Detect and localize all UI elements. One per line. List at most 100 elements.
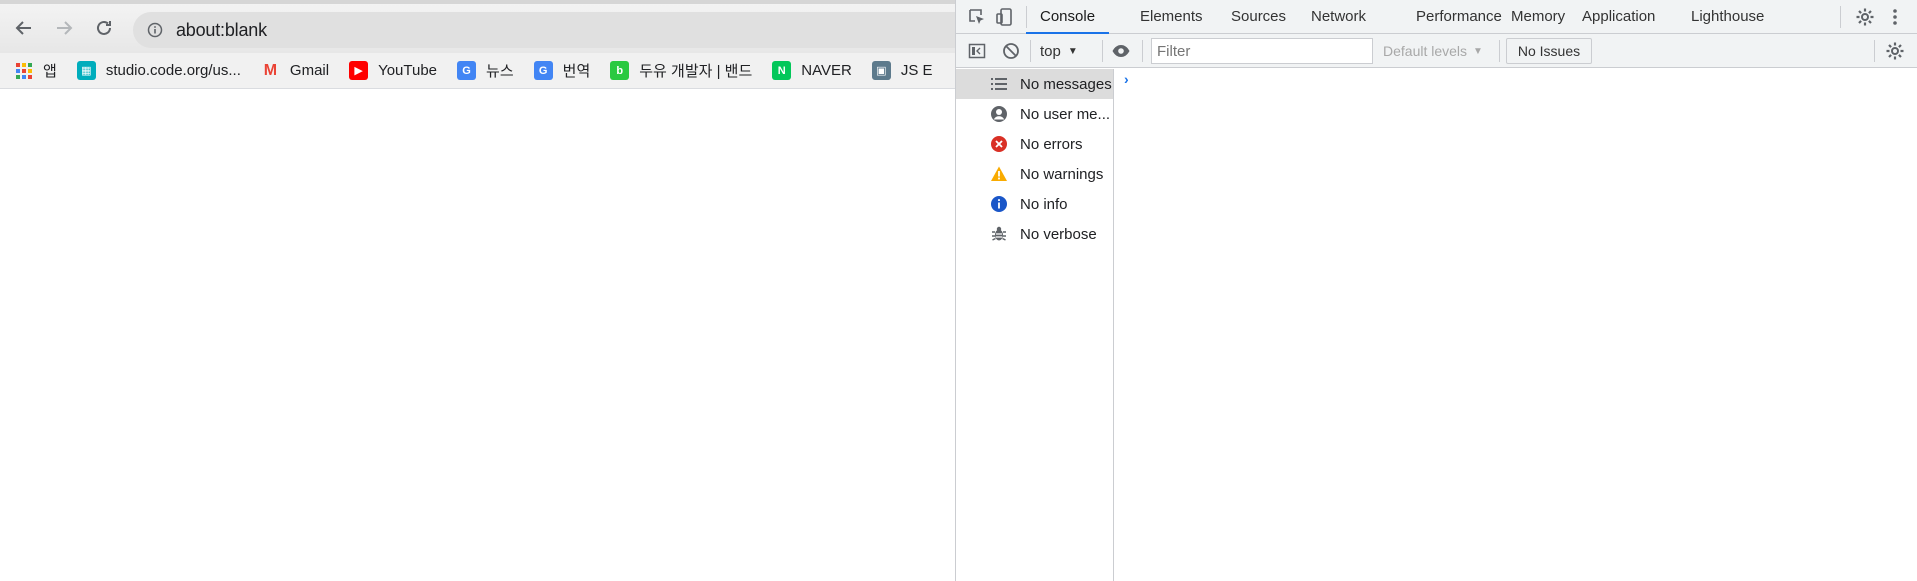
browser-toolbar: about:blank <box>0 0 963 53</box>
info-icon <box>147 22 163 38</box>
clear-console-button[interactable] <box>1000 40 1022 62</box>
bookmark-item[interactable]: b 두유 개발자 | 밴드 <box>610 60 752 81</box>
naver-icon: N <box>772 61 792 80</box>
sidebar-item-info[interactable]: No info <box>956 189 1113 219</box>
bookmark-item[interactable]: M Gmail <box>261 61 329 80</box>
tab-elements[interactable]: Elements <box>1126 0 1217 34</box>
gmail-icon: M <box>263 61 278 79</box>
console-output[interactable]: › <box>1114 69 1917 581</box>
bookmarks-bar: 앱 ▦ studio.code.org/us... M Gmail ▶ YouTube G 뉴스… <box>0 53 956 89</box>
console-sidebar: No messages No user me... No errors No warn… <box>956 69 1114 581</box>
sidebar-item-label: No errors <box>1020 135 1083 153</box>
tab-separator <box>1840 6 1841 28</box>
bookmark-label: studio.code.org/us... <box>105 62 241 79</box>
tab-memory[interactable]: Memory <box>1497 0 1579 34</box>
vertical-dots-icon <box>1893 9 1897 25</box>
console-prompt: › <box>1124 71 1129 87</box>
bookmark-label: Gmail <box>289 62 330 79</box>
issues-label: No Issues <box>1517 43 1581 59</box>
sidebar-item-label: No warnings <box>1020 165 1104 183</box>
apps-icon <box>14 61 33 80</box>
issues-button[interactable]: No Issues <box>1506 38 1592 64</box>
device-toolbar-button[interactable] <box>994 6 1016 28</box>
js-icon: ▣ <box>871 61 891 80</box>
bookmark-label: NAVER <box>801 62 852 79</box>
tab-network[interactable]: Network <box>1297 0 1380 34</box>
devtools-tab-bar: Console Elements Sources Network Performance… <box>956 0 1917 34</box>
sidebar-item-label: No info <box>1020 195 1068 213</box>
url-text: about:blank <box>176 19 267 40</box>
devtools-panel: Console Elements Sources Network Performance… <box>955 0 1917 581</box>
browser-window: about:blank 앱 ▦ studio.code.org/us... M Gmai… <box>0 0 963 581</box>
bookmark-label: JS E <box>900 62 933 79</box>
sidebar-item-error[interactable]: No errors <box>956 129 1113 159</box>
user-icon <box>990 105 1008 123</box>
filter-input[interactable] <box>1151 38 1373 64</box>
sidebar-item-label: No user me... <box>1020 105 1111 123</box>
bookmark-item[interactable]: 앱 <box>14 60 57 81</box>
settings-button[interactable] <box>1854 6 1876 28</box>
sidebar-item-user[interactable]: No user me... <box>956 99 1113 129</box>
inspect-icon <box>969 9 984 24</box>
forward-button[interactable] <box>50 14 78 42</box>
arrow-right-icon <box>57 21 73 35</box>
tab-lighthouse[interactable]: Lighthouse <box>1677 0 1778 34</box>
toolbar-separator <box>1030 40 1031 62</box>
toolbar-separator <box>1874 40 1875 62</box>
warning-icon <box>990 165 1008 183</box>
device-icon <box>996 8 1012 26</box>
sidebar-item-bug[interactable]: No verbose <box>956 219 1113 249</box>
bug-icon <box>990 225 1008 243</box>
toggle-sidebar-button[interactable] <box>966 40 988 62</box>
console-settings-button[interactable] <box>1884 40 1906 62</box>
list-icon <box>990 75 1008 93</box>
bookmark-label: 앱 <box>43 63 57 80</box>
eye-icon <box>1112 45 1130 57</box>
caret-down-icon: ▼ <box>1473 45 1483 57</box>
bookmark-item[interactable]: ▶ YouTube <box>349 61 437 80</box>
info-icon <box>990 195 1008 213</box>
bookmark-item[interactable]: ▦ studio.code.org/us... <box>76 61 241 80</box>
youtube-icon: ▶ <box>349 61 369 80</box>
gear-icon <box>1886 42 1904 60</box>
caret-down-icon: ▼ <box>1067 45 1078 57</box>
sidebar-item-list[interactable]: No messages <box>956 69 1113 99</box>
tab-application[interactable]: Application <box>1568 0 1669 34</box>
live-expression-button[interactable] <box>1110 40 1132 62</box>
error-icon <box>990 135 1008 153</box>
gear-icon <box>1856 8 1874 26</box>
reload-button[interactable] <box>90 14 118 42</box>
sidebar-item-label: No verbose <box>1020 225 1097 243</box>
bookmark-item[interactable]: N NAVER <box>772 61 852 80</box>
sidebar-item-warning[interactable]: No warnings <box>956 159 1113 189</box>
translate-icon: G <box>533 61 553 80</box>
address-bar[interactable]: about:blank <box>133 12 963 48</box>
band-icon: b <box>610 61 630 80</box>
arrow-left-icon <box>15 21 31 35</box>
back-button[interactable] <box>10 14 38 42</box>
sidebar-item-label: No messages <box>1020 75 1112 93</box>
bookmark-item[interactable]: G 번역 <box>533 60 591 81</box>
sidebar-toggle-icon <box>968 43 986 59</box>
screen: about:blank 앱 ▦ studio.code.org/us... M Gmai… <box>0 0 1917 581</box>
context-selector[interactable]: top ▼ <box>1040 40 1078 62</box>
reload-icon <box>97 20 111 35</box>
bookmark-item[interactable]: ▣ JS E <box>871 61 933 80</box>
block-icon <box>1003 43 1019 59</box>
tab-sources[interactable]: Sources <box>1217 0 1300 34</box>
news-icon: G <box>457 61 477 80</box>
context-label: top <box>1040 42 1061 60</box>
bookmark-item[interactable]: G 뉴스 <box>457 60 514 81</box>
log-levels-dropdown[interactable]: Default levels ▼ <box>1383 40 1483 62</box>
more-options-button[interactable] <box>1884 6 1906 28</box>
toolbar-separator <box>1499 40 1500 62</box>
tab-console[interactable]: Console <box>1026 0 1110 34</box>
log-levels-label: Default levels <box>1383 43 1468 59</box>
code-org-icon: ▦ <box>76 61 96 80</box>
bookmark-label: 번역 <box>562 63 591 80</box>
toolbar-separator <box>1142 40 1143 62</box>
inspect-element-button[interactable] <box>966 6 988 28</box>
bookmark-label: 뉴스 <box>486 63 514 80</box>
console-toolbar: top ▼ Default levels ▼ No Issues <box>956 34 1917 68</box>
bookmark-label: 두유 개발자 | 밴드 <box>639 63 753 80</box>
